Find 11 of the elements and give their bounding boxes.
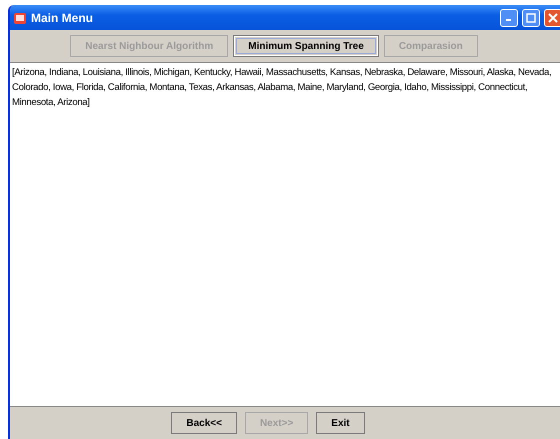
minimize-button[interactable] [500, 8, 518, 26]
maximize-icon [526, 12, 536, 22]
nav-button[interactable]: Exit [316, 412, 365, 434]
tab-button[interactable]: Minimum Spanning Tree [233, 35, 379, 57]
window-title: Main Menu [31, 10, 94, 24]
maximize-button[interactable] [522, 8, 540, 26]
close-button[interactable] [544, 8, 560, 26]
output-text: [Arizona, Indiana, Louisiana, Illinois, Michigan, Kentucky, Hawaii, Massachusetts, Kansas, Nebraska, Delaware, Missouri, Alaska, Nevada, Colorado, Iowa, Florida, California, Montana, Texas, Arkansas, Alabama, Maine, Maryland, Georgia, Idaho, Mississippi, Connecticut, Minnesota, Arizona] [12, 66, 552, 110]
app-icon [13, 10, 27, 24]
close-icon [548, 12, 558, 22]
nav-button[interactable]: Back<< [171, 412, 237, 434]
